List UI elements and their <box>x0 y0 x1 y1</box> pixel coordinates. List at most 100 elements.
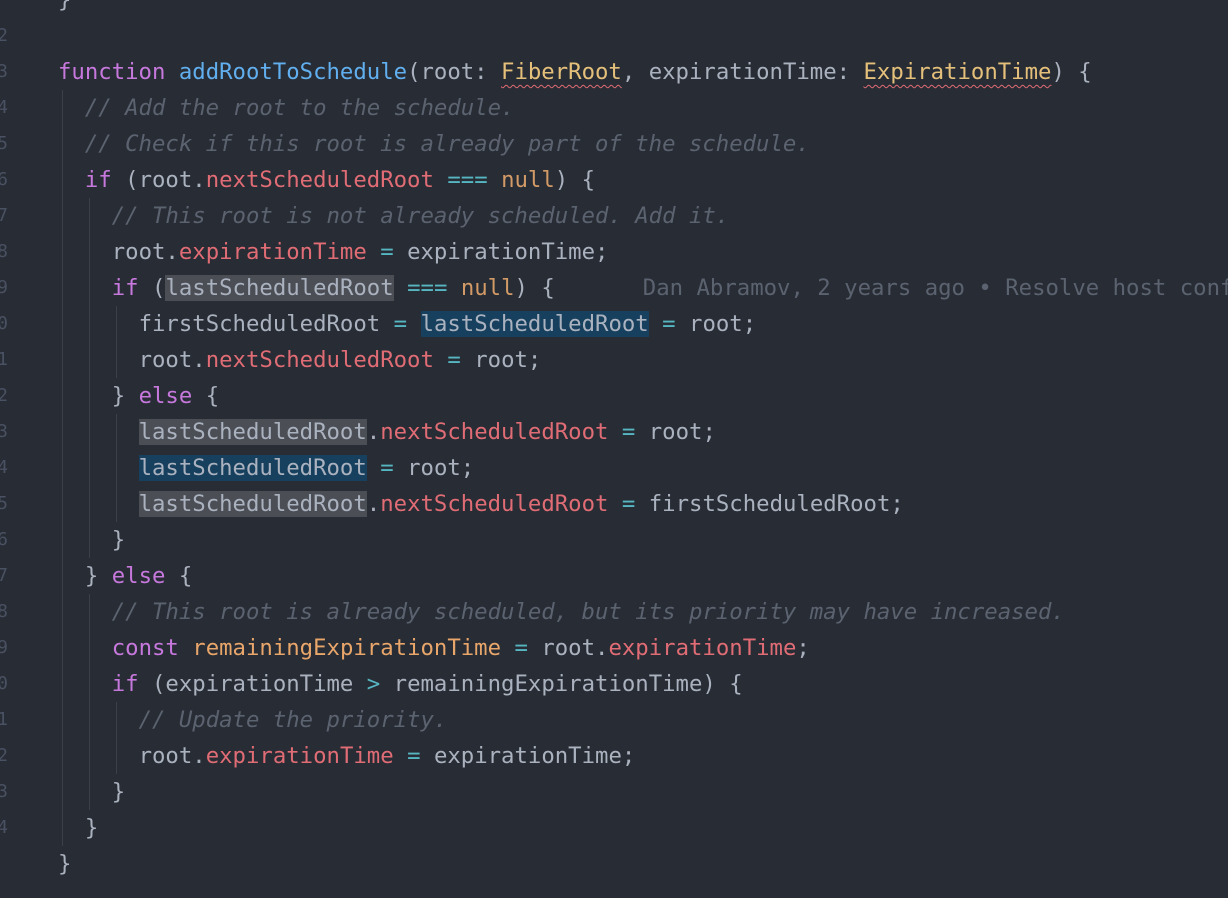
code-token: (expirationTime <box>138 671 367 697</box>
code-line[interactable]: } else { <box>85 558 192 594</box>
code-line[interactable]: lastScheduledRoot.nextScheduledRoot = ro… <box>138 414 716 450</box>
line-number: 1 <box>0 349 8 370</box>
code-token: root. <box>138 743 206 769</box>
line-number: 7 <box>0 565 8 586</box>
indent-guide <box>62 90 63 846</box>
line-number: 8 <box>0 601 8 622</box>
code-line[interactable]: } <box>85 810 98 846</box>
code-line[interactable]: firstScheduledRoot = lastScheduledRoot =… <box>138 306 756 342</box>
code-line[interactable]: if (expirationTime > remainingExpiration… <box>112 666 743 702</box>
code-token: root; <box>393 455 475 481</box>
code-line[interactable]: root.expirationTime = expirationTime; <box>112 234 609 270</box>
code-line[interactable]: // Check if this root is already part of… <box>85 126 810 162</box>
indent-guide <box>115 306 117 378</box>
code-line[interactable]: if (root.nextScheduledRoot === null) { <box>85 162 595 198</box>
code-token: expirationTime <box>178 239 367 265</box>
code-line[interactable]: // Update the priority. <box>139 702 448 738</box>
line-number: 7 <box>0 205 8 226</box>
code-line[interactable]: root.nextScheduledRoot = root; <box>139 342 542 378</box>
indent-guide <box>88 594 90 810</box>
indent-guide <box>115 702 117 774</box>
line-number: 1 <box>0 709 8 730</box>
code-token: = <box>447 347 461 373</box>
line-number: 5 <box>0 133 8 154</box>
code-token: } <box>58 0 72 13</box>
line-number <box>0 0 8 18</box>
line-number: 0 <box>0 673 8 694</box>
keyword-token: function <box>58 59 166 85</box>
code-line[interactable]: } else { <box>112 378 219 414</box>
line-number: 6 <box>0 169 8 190</box>
code-token: root; <box>460 347 542 373</box>
code-line[interactable]: // Add the root to the schedule. <box>85 90 515 126</box>
code-line[interactable]: // This root is not already scheduled. A… <box>112 198 730 234</box>
code-token: (root: <box>407 59 502 85</box>
code-token: = <box>514 635 528 661</box>
line-number: 3 <box>0 781 8 802</box>
code-token: nextScheduledRoot <box>205 347 434 373</box>
code-token: . <box>366 419 381 445</box>
code-editor[interactable]: 2 3 4 5 6 7 8 9 0 1 2 3 4 5 6 7 8 9 0 1 2 3 4 } function addRoo… <box>0 0 1228 898</box>
code-line[interactable]: const remainingExpirationTime = root.exp… <box>112 630 810 666</box>
code-token: ) { <box>514 275 555 301</box>
code-line[interactable]: root.expirationTime = expirationTime; <box>139 738 636 774</box>
code-token: root. <box>138 347 206 373</box>
type-annotation: ExpirationTime <box>863 59 1052 85</box>
code-token: ) { <box>1051 59 1092 85</box>
code-token: expirationTime; <box>420 743 636 769</box>
highlighted-occurrence: lastScheduledRoot <box>138 491 367 517</box>
code-token: = <box>380 455 394 481</box>
code-token: firstScheduledRoot <box>138 311 394 337</box>
code-token: nextScheduledRoot <box>205 167 434 193</box>
line-number: 8 <box>0 241 8 262</box>
code-token: remainingExpirationTime <box>192 635 502 661</box>
line-number: 5 <box>0 493 8 514</box>
git-blame-annotation: Dan Abramov, 2 years ago • Resolve host … <box>642 275 1228 301</box>
code-line[interactable]: lastScheduledRoot = root; <box>138 450 475 486</box>
code-token: firstScheduledRoot; <box>635 491 904 517</box>
highlighted-occurrence: lastScheduledRoot <box>420 311 649 337</box>
code-token: root. <box>527 635 609 661</box>
code-token: ) { <box>554 167 596 193</box>
code-token: = <box>380 239 394 265</box>
code-line[interactable]: lastScheduledRoot.nextScheduledRoot = fi… <box>138 486 904 522</box>
code-line[interactable]: } <box>112 774 125 810</box>
code-line[interactable]: function addRootToSchedule(root: FiberRo… <box>58 54 1092 90</box>
indent-guide <box>88 198 90 558</box>
code-comment: // Update the priority. <box>138 707 448 733</box>
code-token: nextScheduledRoot <box>380 491 609 517</box>
line-number: 6 <box>0 529 8 550</box>
code-line[interactable]: } <box>58 0 71 18</box>
code-token: { <box>165 563 193 589</box>
keyword-token: if <box>84 167 112 193</box>
code-line[interactable]: } <box>112 522 125 558</box>
code-token: root. <box>111 239 179 265</box>
code-line[interactable]: if (lastScheduledRoot === null) {Dan Abr… <box>112 270 1228 306</box>
line-number: 3 <box>0 61 8 82</box>
type-annotation: FiberRoot <box>501 59 622 85</box>
code-token: } <box>84 563 112 589</box>
line-number: 2 <box>0 745 8 766</box>
code-token: { <box>192 383 220 409</box>
code-area[interactable]: } function addRootToSchedule(root: FiberR… <box>58 0 1228 898</box>
code-line[interactable]: // This root is already scheduled, but i… <box>112 594 1065 630</box>
line-number: 4 <box>0 97 8 118</box>
code-token: === <box>447 167 488 193</box>
code-line[interactable]: } <box>58 846 71 882</box>
line-number: 3 <box>0 421 8 442</box>
code-token: } <box>58 851 72 877</box>
code-token: === <box>407 275 448 301</box>
code-token: , expirationTime: <box>621 59 864 85</box>
code-token: expirationTime <box>205 743 394 769</box>
